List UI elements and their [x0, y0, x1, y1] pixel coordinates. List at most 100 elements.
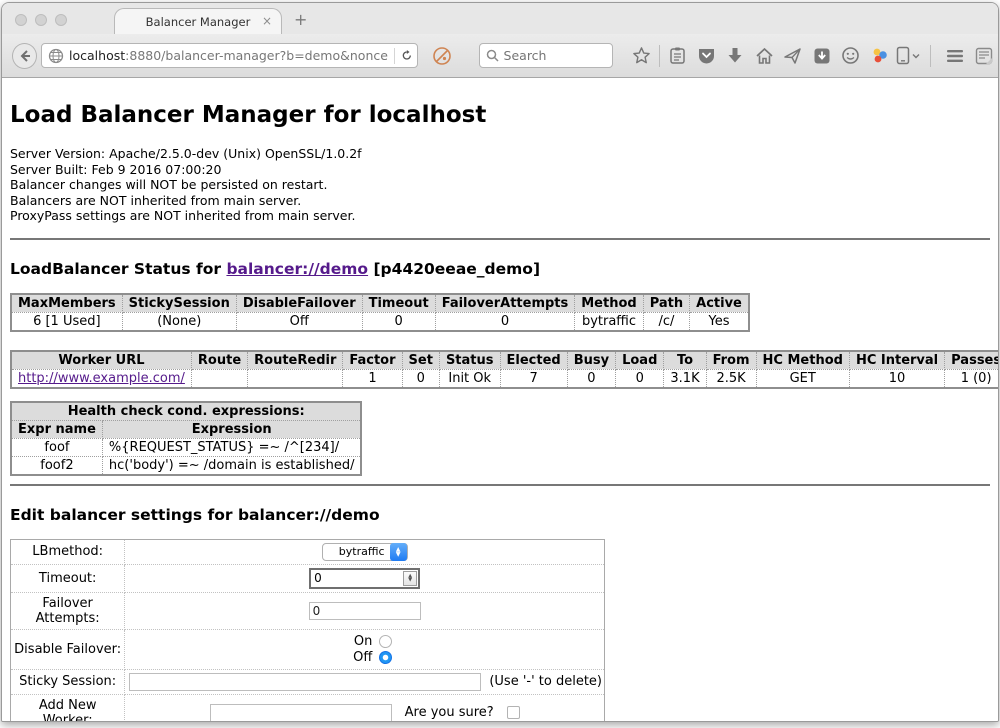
- health-table-title: Health check cond. expressions:: [11, 402, 361, 421]
- health-check-table: Health check cond. expressions: Expr nam…: [10, 401, 362, 476]
- worker-table: Worker URL Route RouteRedir Factor Set S…: [10, 350, 998, 389]
- pages-button[interactable]: [969, 42, 998, 70]
- toolbar-separator: [659, 45, 660, 67]
- table-row: foof %{REQUEST_STATUS} =~ /^[234]/: [11, 438, 361, 456]
- timeout-stepper[interactable]: ▲▼: [309, 568, 420, 589]
- url-text[interactable]: localhost:8880/balancer-manager?b=demo&n…: [69, 48, 388, 63]
- download-button[interactable]: [721, 42, 750, 70]
- col-timeout: Timeout: [362, 294, 435, 313]
- failover-on-option[interactable]: On: [127, 634, 392, 649]
- page-title: Load Balancer Manager for localhost: [10, 102, 990, 128]
- radio-on-unchecked[interactable]: [379, 635, 392, 648]
- search-bar[interactable]: [479, 43, 614, 68]
- bookmark-button[interactable]: [627, 42, 656, 70]
- table-header-row: MaxMembers StickySession DisableFailover…: [11, 294, 749, 313]
- dropdown-caret-icon: [912, 53, 920, 59]
- pocket-button[interactable]: [692, 42, 721, 70]
- lbmethod-select[interactable]: bytraffic ▲▼: [322, 543, 408, 561]
- pocket-icon: [697, 47, 716, 65]
- url-path: :8880/balancer-manager?b=demo&nonce=decc…: [125, 48, 388, 63]
- device-sync-button[interactable]: [894, 42, 923, 70]
- table-title-row: Health check cond. expressions:: [11, 402, 361, 421]
- col-to: To: [664, 351, 706, 370]
- col-path: Path: [643, 294, 689, 313]
- add-worker-input[interactable]: [210, 704, 392, 722]
- tab-close-icon[interactable]: ×: [262, 14, 272, 28]
- status-heading-suffix: [p4420eeae_demo]: [368, 260, 540, 278]
- col-passes: Passes: [945, 351, 998, 370]
- col-factor: Factor: [343, 351, 402, 370]
- new-tab-button[interactable]: +: [294, 12, 307, 28]
- disable-failover-label: Disable Failover:: [11, 629, 125, 669]
- table-row: foof2 hc('body') =~ /domain is establish…: [11, 456, 361, 475]
- back-arrow-icon: [18, 49, 32, 63]
- minimize-window-button[interactable]: [35, 14, 47, 26]
- download-arrow-icon: [727, 47, 743, 65]
- reading-list-button[interactable]: [663, 42, 692, 70]
- failover-off-option[interactable]: Off: [127, 650, 392, 665]
- timeout-input[interactable]: [311, 570, 403, 586]
- save-box-icon: [813, 47, 831, 65]
- toolbar-separator-2: [930, 45, 931, 67]
- balancer-demo-link[interactable]: balancer://demo: [226, 260, 368, 278]
- bookmark-star-icon: [632, 46, 651, 65]
- persist-warning-line: Balancer changes will NOT be persisted o…: [10, 177, 990, 193]
- url-bar[interactable]: localhost:8880/balancer-manager?b=demo&n…: [41, 43, 418, 68]
- are-you-sure-checkbox[interactable]: [507, 706, 520, 719]
- on-label: On: [354, 634, 372, 649]
- number-spinner-icon[interactable]: ▲▼: [403, 571, 417, 586]
- menu-button[interactable]: [940, 42, 969, 70]
- share-colors-icon: [870, 46, 889, 65]
- failover-attempts-input[interactable]: [309, 602, 421, 620]
- send-to-device-icon: [783, 47, 802, 65]
- sticky-session-row: Sticky Session: (Use '-' to delete): [11, 669, 605, 694]
- worker-url-link[interactable]: http://www.example.com/: [18, 371, 185, 386]
- col-from: From: [706, 351, 756, 370]
- zoom-window-button[interactable]: [55, 14, 67, 26]
- add-worker-label: Add New Worker:: [11, 694, 125, 722]
- col-routeredir: RouteRedir: [248, 351, 343, 370]
- tablet-icon: [896, 46, 910, 65]
- home-button[interactable]: [750, 42, 779, 70]
- col-hc-interval: HC Interval: [849, 351, 944, 370]
- col-failoverattempts: FailoverAttempts: [435, 294, 575, 313]
- sticky-session-input[interactable]: [129, 673, 481, 691]
- divider-top: [10, 238, 990, 240]
- send-to-device-button[interactable]: [778, 42, 807, 70]
- page-grid-icon: [975, 47, 993, 65]
- inherit-warning-line: Balancers are NOT inherited from main se…: [10, 193, 990, 209]
- sticky-session-note: (Use '-' to delete): [489, 674, 602, 689]
- add-worker-row: Add New Worker: Are you sure?: [11, 694, 605, 722]
- col-expr-name: Expr name: [11, 420, 102, 438]
- status-heading: LoadBalancer Status for balancer://demo …: [10, 260, 990, 278]
- radio-off-checked[interactable]: [379, 651, 392, 664]
- feedback-button[interactable]: [836, 42, 865, 70]
- back-button[interactable]: [12, 43, 37, 69]
- tab-bar: Balancer Manager × +: [2, 3, 998, 34]
- off-label: Off: [353, 650, 372, 665]
- url-host: localhost: [69, 48, 125, 63]
- search-input[interactable]: [504, 48, 604, 63]
- blocked-content-icon: [432, 46, 452, 66]
- col-method: Method: [575, 294, 643, 313]
- close-window-button[interactable]: [15, 14, 27, 26]
- col-worker-url: Worker URL: [11, 351, 191, 370]
- col-busy: Busy: [567, 351, 615, 370]
- col-maxmembers: MaxMembers: [11, 294, 122, 313]
- divider-middle: [10, 484, 990, 486]
- failover-attempts-row: Failover Attempts:: [11, 592, 605, 629]
- save-page-button[interactable]: [807, 42, 836, 70]
- lbmethod-label: LBmethod:: [11, 539, 125, 564]
- table-header-row: Expr name Expression: [11, 420, 361, 438]
- tab-balancer-manager[interactable]: Balancer Manager ×: [114, 8, 282, 34]
- balancer-summary-table: MaxMembers StickySession DisableFailover…: [10, 293, 750, 332]
- hamburger-menu-icon: [946, 49, 964, 63]
- content-blocked-button[interactable]: [428, 42, 457, 70]
- col-load: Load: [616, 351, 664, 370]
- proxypass-warning-line: ProxyPass settings are NOT inherited fro…: [10, 208, 990, 224]
- browser-window: Balancer Manager × + localhost:8880/bala…: [1, 2, 999, 722]
- reload-icon[interactable]: [401, 48, 413, 63]
- timeout-row: Timeout: ▲▼: [11, 564, 605, 592]
- share-extension-button[interactable]: [865, 42, 894, 70]
- lbmethod-selected-value: bytraffic: [336, 545, 388, 558]
